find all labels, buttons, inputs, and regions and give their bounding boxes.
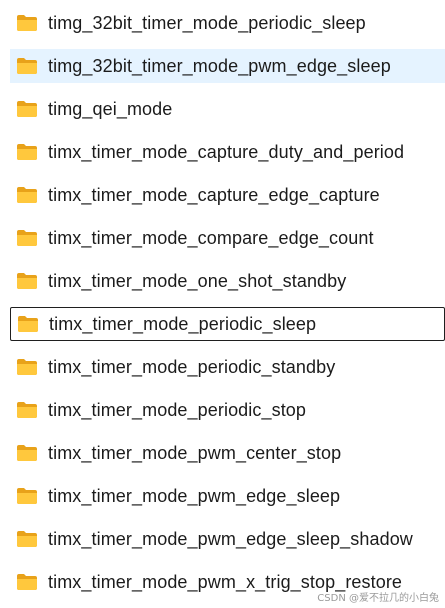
folder-icon bbox=[17, 187, 37, 203]
folder-icon bbox=[17, 101, 37, 117]
folder-name: timx_timer_mode_compare_edge_count bbox=[48, 228, 374, 248]
folder-row[interactable]: timx_timer_mode_periodic_sleep bbox=[10, 307, 445, 341]
watermark: CSDN @爱不拉几的小白兔 bbox=[317, 593, 439, 604]
folder-icon bbox=[17, 531, 37, 547]
folder-name: timg_32bit_timer_mode_pwm_edge_sleep bbox=[48, 56, 391, 76]
folder-icon bbox=[17, 144, 37, 160]
folder-icon bbox=[17, 15, 37, 31]
folder-name: timx_timer_mode_periodic_standby bbox=[48, 357, 336, 377]
folder-row[interactable]: timx_timer_mode_capture_edge_capture bbox=[10, 178, 445, 212]
folder-name: timx_timer_mode_periodic_sleep bbox=[49, 314, 317, 334]
folder-name: timx_timer_mode_one_shot_standby bbox=[48, 271, 347, 291]
folder-row[interactable]: timg_qei_mode bbox=[10, 92, 445, 126]
folder-icon bbox=[17, 273, 37, 289]
folder-name: timx_timer_mode_pwm_edge_sleep_shadow bbox=[48, 529, 413, 549]
folder-row[interactable]: timx_timer_mode_periodic_standby bbox=[10, 350, 445, 384]
folder-name: timx_timer_mode_pwm_edge_sleep bbox=[48, 486, 341, 506]
folder-icon bbox=[17, 58, 37, 74]
folder-name: timx_timer_mode_pwm_center_stop bbox=[48, 443, 342, 463]
folder-name: timg_32bit_timer_mode_periodic_sleep bbox=[48, 13, 366, 33]
folder-name: timx_timer_mode_capture_edge_capture bbox=[48, 185, 380, 205]
folder-name: timx_timer_mode_capture_duty_and_period bbox=[48, 142, 405, 162]
folder-icon bbox=[17, 488, 37, 504]
folder-row[interactable]: timg_32bit_timer_mode_pwm_edge_sleep bbox=[10, 49, 445, 83]
folder-icon bbox=[17, 359, 37, 375]
folder-icon bbox=[17, 445, 37, 461]
folder-row[interactable]: timx_timer_mode_compare_edge_count bbox=[10, 221, 445, 255]
folder-row[interactable]: timg_32bit_timer_mode_periodic_sleep bbox=[10, 6, 445, 40]
folder-name: timx_timer_mode_periodic_stop bbox=[48, 400, 307, 420]
folder-row[interactable]: timx_timer_mode_pwm_edge_sleep bbox=[10, 479, 445, 513]
folder-row[interactable]: timx_timer_mode_pwm_center_stop bbox=[10, 436, 445, 470]
folder-icon bbox=[17, 574, 37, 590]
folder-row[interactable]: timx_timer_mode_pwm_edge_sleep_shadow bbox=[10, 522, 445, 556]
folder-row[interactable]: timx_timer_mode_one_shot_standby bbox=[10, 264, 445, 298]
folder-icon bbox=[18, 316, 38, 332]
folder-row[interactable]: timx_timer_mode_periodic_stop bbox=[10, 393, 445, 427]
folder-name: timg_qei_mode bbox=[48, 99, 173, 119]
folder-icon bbox=[17, 230, 37, 246]
folder-list: timg_32bit_timer_mode_periodic_sleep tim… bbox=[0, 0, 445, 608]
folder-row[interactable]: timx_timer_mode_capture_duty_and_period bbox=[10, 135, 445, 169]
folder-icon bbox=[17, 402, 37, 418]
